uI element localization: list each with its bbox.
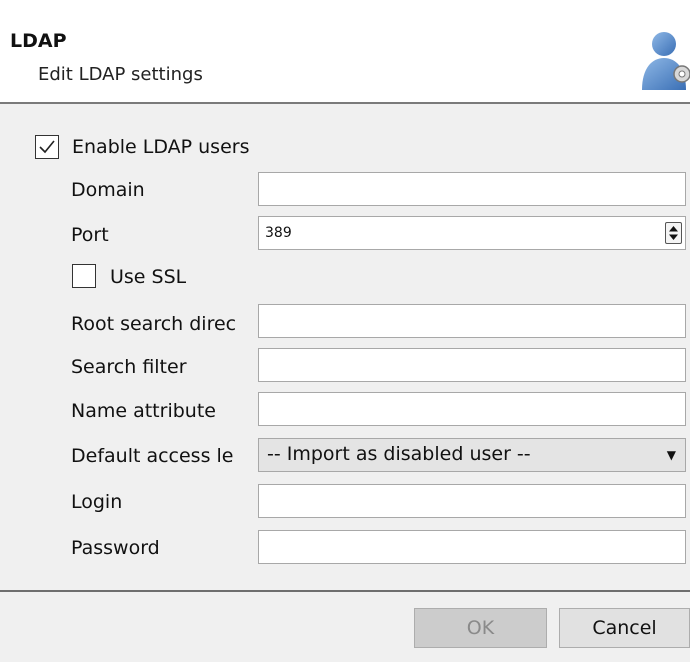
ok-button[interactable]: OK <box>414 608 547 648</box>
cancel-button[interactable]: Cancel <box>559 608 690 648</box>
default-access-label: Default access le <box>71 445 234 467</box>
enable-ldap-label: Enable LDAP users <box>72 136 250 158</box>
user-settings-icon <box>640 28 690 92</box>
port-label: Port <box>71 224 109 246</box>
password-field[interactable] <box>258 530 686 564</box>
checkmark-icon <box>39 140 55 154</box>
spin-arrows-icon <box>669 226 678 240</box>
root-search-field[interactable] <box>258 304 686 338</box>
port-value: 389 <box>265 225 292 241</box>
domain-field[interactable] <box>258 172 686 206</box>
login-field[interactable] <box>258 484 686 518</box>
domain-label: Domain <box>71 179 145 201</box>
root-search-label: Root search direc <box>71 313 237 335</box>
search-filter-field[interactable] <box>258 348 686 382</box>
name-attribute-field[interactable] <box>258 392 686 426</box>
use-ssl-checkbox[interactable] <box>72 264 96 288</box>
use-ssl-label: Use SSL <box>110 266 187 288</box>
default-access-select[interactable]: -- Import as disabled user -- ▼ <box>258 438 686 472</box>
port-spin-buttons[interactable] <box>665 222 682 244</box>
password-label: Password <box>71 537 160 559</box>
search-filter-label: Search filter <box>71 356 187 378</box>
name-attribute-label: Name attribute <box>71 400 216 422</box>
dialog-header: LDAP Edit LDAP settings <box>0 0 690 104</box>
port-spinbox[interactable]: 389 <box>258 216 686 250</box>
dialog-title: LDAP <box>10 30 67 52</box>
login-label: Login <box>71 491 123 513</box>
dialog-subtitle: Edit LDAP settings <box>38 64 203 85</box>
chevron-down-icon: ▼ <box>666 448 676 462</box>
enable-ldap-checkbox[interactable] <box>35 135 59 159</box>
default-access-value: -- Import as disabled user -- <box>267 443 531 465</box>
